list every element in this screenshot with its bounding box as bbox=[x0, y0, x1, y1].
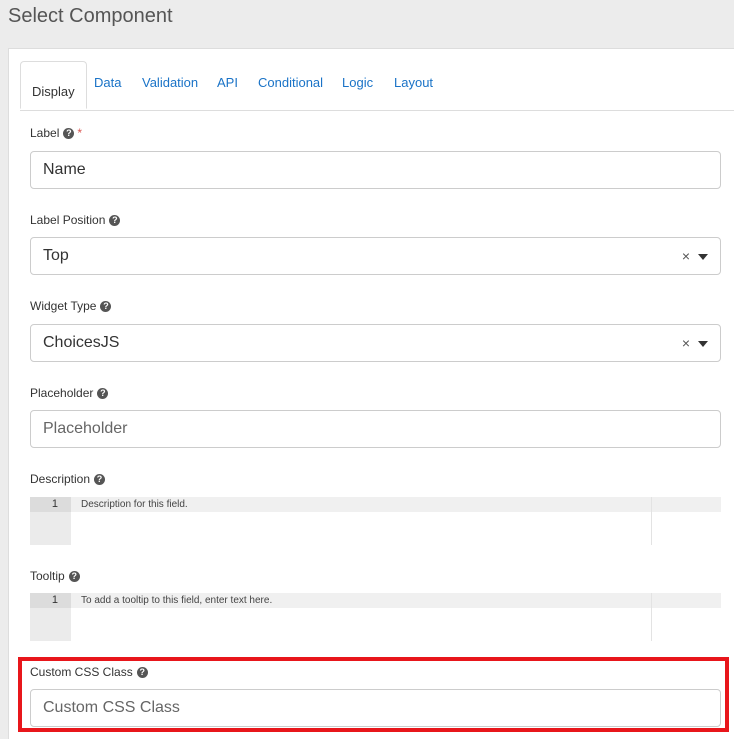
clear-x-icon[interactable]: × bbox=[682, 335, 690, 351]
tab-logic[interactable]: Logic bbox=[342, 75, 373, 90]
description-field-label: Description ? bbox=[30, 472, 106, 486]
question-circle-icon[interactable]: ? bbox=[109, 214, 121, 226]
question-circle-icon[interactable]: ? bbox=[97, 387, 109, 399]
tab-validation[interactable]: Validation bbox=[142, 75, 198, 90]
label-position-select[interactable]: Top × bbox=[30, 237, 721, 275]
tab-conditional[interactable]: Conditional bbox=[258, 75, 323, 90]
editor-line-text: To add a tooltip to this field, enter te… bbox=[81, 595, 273, 606]
label-field-label: Label ? * bbox=[30, 126, 83, 140]
placeholder-field-label: Placeholder ? bbox=[30, 386, 109, 400]
line-number: 1 bbox=[51, 498, 58, 510]
settings-tabs: Display Data Validation API Conditional … bbox=[20, 61, 734, 111]
label-position-field-label: Label Position ? bbox=[30, 213, 121, 227]
tooltip-field-label: Tooltip ? bbox=[30, 569, 80, 583]
required-asterisk: * bbox=[77, 126, 83, 140]
dialog-title: Select Component bbox=[8, 5, 173, 27]
caret-down-icon[interactable] bbox=[698, 254, 708, 260]
tab-display[interactable]: Display bbox=[20, 61, 87, 109]
question-circle-icon[interactable]: ? bbox=[136, 666, 148, 678]
print-margin bbox=[651, 497, 652, 545]
description-editor[interactable]: 1 Description for this field. bbox=[30, 497, 721, 545]
tab-layout[interactable]: Layout bbox=[394, 75, 433, 90]
print-margin bbox=[651, 593, 652, 641]
custom-css-class-field-label: Custom CSS Class ? bbox=[30, 665, 148, 679]
tab-api[interactable]: API bbox=[217, 75, 238, 90]
tooltip-editor[interactable]: 1 To add a tooltip to this field, enter … bbox=[30, 593, 721, 641]
editor-line-text: Description for this field. bbox=[81, 499, 188, 510]
clear-x-icon[interactable]: × bbox=[682, 248, 690, 264]
caret-down-icon[interactable] bbox=[698, 341, 708, 347]
widget-type-select[interactable]: ChoicesJS × bbox=[30, 324, 721, 362]
line-number: 1 bbox=[51, 594, 58, 606]
component-settings-panel: Display Data Validation API Conditional … bbox=[8, 48, 734, 739]
question-circle-icon[interactable]: ? bbox=[68, 570, 80, 582]
question-circle-icon[interactable]: ? bbox=[100, 300, 112, 312]
label-input[interactable]: Name bbox=[30, 151, 721, 189]
widget-type-field-label: Widget Type ? bbox=[30, 299, 112, 313]
tab-data[interactable]: Data bbox=[94, 75, 121, 90]
question-circle-icon[interactable]: ? bbox=[63, 127, 75, 139]
custom-css-class-input[interactable]: Custom CSS Class bbox=[30, 689, 721, 727]
placeholder-input[interactable]: Placeholder bbox=[30, 410, 721, 448]
question-circle-icon[interactable]: ? bbox=[94, 473, 106, 485]
